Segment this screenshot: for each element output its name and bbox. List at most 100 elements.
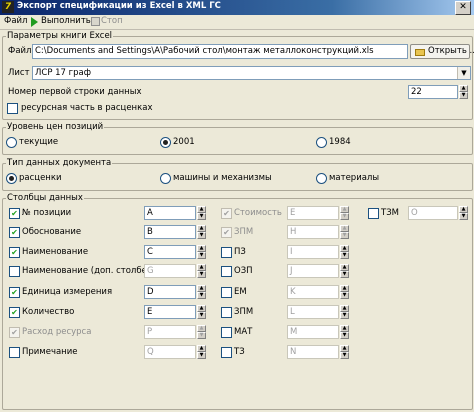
- spin-down-icon[interactable]: ▼: [197, 213, 206, 220]
- spin-down-icon[interactable]: ▼: [197, 312, 206, 319]
- spin-down-icon[interactable]: ▼: [197, 252, 206, 259]
- doctype-radio-machines[interactable]: [160, 173, 171, 184]
- menu-stop[interactable]: Стоп: [101, 16, 123, 26]
- col2-row-3-spinner[interactable]: ▲ ▼: [340, 264, 349, 278]
- col2-row-6-column-input[interactable]: M: [287, 325, 339, 339]
- spin-down-icon[interactable]: ▼: [197, 232, 206, 239]
- spin-down-icon[interactable]: ▼: [340, 332, 349, 339]
- first-row-spinner[interactable]: ▲ ▼: [459, 85, 468, 99]
- col1-row-4-spinner[interactable]: ▲ ▼: [197, 285, 206, 299]
- menu-run[interactable]: Выполнить: [41, 16, 91, 26]
- col2-row-2-checkbox[interactable]: [221, 247, 232, 258]
- price-radio-current[interactable]: [6, 137, 17, 148]
- col2-row-4-checkbox[interactable]: [221, 287, 232, 298]
- col2-row-5-column-input[interactable]: L: [287, 305, 339, 319]
- col1-row-7-column-input[interactable]: Q: [144, 345, 196, 359]
- col2-row-6-spinner[interactable]: ▲ ▼: [340, 325, 349, 339]
- col2-row-4-column-input[interactable]: K: [287, 285, 339, 299]
- col1-row-7-spinner[interactable]: ▲ ▼: [197, 345, 206, 359]
- col1-row-2-spinner[interactable]: ▲ ▼: [197, 245, 206, 259]
- spin-up-icon[interactable]: ▲: [340, 225, 349, 232]
- spin-up-icon[interactable]: ▲: [340, 245, 349, 252]
- col2-row-6-checkbox[interactable]: [221, 327, 232, 338]
- spin-up-icon[interactable]: ▲: [340, 264, 349, 271]
- col1-row-2-checkbox[interactable]: ✔: [9, 247, 20, 258]
- spin-up-icon[interactable]: ▲: [197, 225, 206, 232]
- col1-row-6-label: Расход ресурса: [22, 327, 92, 337]
- stop-icon: [91, 17, 100, 26]
- col1-row-0-checkbox[interactable]: ✔: [9, 208, 20, 219]
- spin-down-icon[interactable]: ▼: [340, 292, 349, 299]
- spin-up-icon[interactable]: ▲: [340, 206, 349, 213]
- spin-up-icon[interactable]: ▲: [340, 325, 349, 332]
- price-label-1984: 1984: [329, 137, 351, 147]
- col2-row-0-spinner: ▲ ▼: [340, 206, 349, 220]
- close-button[interactable]: ✕: [455, 1, 471, 15]
- col2-row-7-checkbox[interactable]: [221, 347, 232, 358]
- spin-down-icon[interactable]: ▼: [197, 271, 206, 278]
- spin-up-icon[interactable]: ▲: [197, 285, 206, 292]
- col1-row-1-column-input[interactable]: B: [144, 225, 196, 239]
- spin-up-icon[interactable]: ▲: [340, 305, 349, 312]
- spin-up-icon[interactable]: ▲: [197, 206, 206, 213]
- doctype-radio-rates[interactable]: [6, 173, 17, 184]
- col1-row-4-checkbox[interactable]: ✔: [9, 287, 20, 298]
- col1-row-0-column-input[interactable]: A: [144, 206, 196, 220]
- col2-row-5-spinner[interactable]: ▲ ▼: [340, 305, 349, 319]
- col1-row-5-spinner[interactable]: ▲ ▼: [197, 305, 206, 319]
- col1-row-4-column-input[interactable]: D: [144, 285, 196, 299]
- col2-row-2-column-input[interactable]: I: [287, 245, 339, 259]
- spin-down-icon[interactable]: ▼: [340, 352, 349, 359]
- price-radio-1984[interactable]: [316, 137, 327, 148]
- doctype-radio-materials[interactable]: [316, 173, 327, 184]
- file-path-input[interactable]: C:\Documents and Settings\A\Рабочий стол…: [32, 44, 408, 59]
- col1-row-7-checkbox[interactable]: [9, 347, 20, 358]
- col1-row-5-checkbox[interactable]: ✔: [9, 307, 20, 318]
- col2-row-4-spinner[interactable]: ▲ ▼: [340, 285, 349, 299]
- spin-down-icon[interactable]: ▼: [197, 292, 206, 299]
- spin-up-icon[interactable]: ▲: [340, 285, 349, 292]
- spin-down-icon[interactable]: ▼: [459, 213, 468, 220]
- col1-row-5-column-input[interactable]: E: [144, 305, 196, 319]
- col1-row-3-checkbox[interactable]: [9, 266, 20, 277]
- col3-tzm-checkbox[interactable]: [368, 208, 379, 219]
- spin-down-icon[interactable]: ▼: [459, 92, 468, 99]
- col2-row-2-spinner[interactable]: ▲ ▼: [340, 245, 349, 259]
- spin-up-icon[interactable]: ▲: [197, 245, 206, 252]
- col2-row-7-column-input[interactable]: N: [287, 345, 339, 359]
- spin-up-icon[interactable]: ▲: [459, 85, 468, 92]
- chevron-down-icon[interactable]: ▼: [457, 67, 470, 79]
- sheet-select[interactable]: ЛСР 17 граф ▼: [32, 66, 471, 80]
- col1-row-1-spinner[interactable]: ▲ ▼: [197, 225, 206, 239]
- spin-down-icon[interactable]: ▼: [340, 213, 349, 220]
- spin-up-icon[interactable]: ▲: [197, 264, 206, 271]
- spin-down-icon[interactable]: ▼: [340, 252, 349, 259]
- spin-down-icon[interactable]: ▼: [340, 312, 349, 319]
- resource-checkbox[interactable]: [7, 103, 18, 114]
- spin-up-icon[interactable]: ▲: [197, 345, 206, 352]
- col1-row-1-checkbox[interactable]: ✔: [9, 227, 20, 238]
- spin-up-icon[interactable]: ▲: [340, 345, 349, 352]
- spin-down-icon[interactable]: ▼: [340, 232, 349, 239]
- open-button[interactable]: Открыть ...: [410, 44, 474, 59]
- first-row-input[interactable]: 22: [408, 85, 458, 99]
- col2-row-7-spinner[interactable]: ▲ ▼: [340, 345, 349, 359]
- col1-row-3-column-input[interactable]: G: [144, 264, 196, 278]
- col2-row-3-column-input[interactable]: J: [287, 264, 339, 278]
- col2-row-6-label: МАТ: [234, 327, 253, 337]
- spin-down-icon[interactable]: ▼: [197, 352, 206, 359]
- spin-up-icon[interactable]: ▲: [197, 325, 206, 332]
- spin-down-icon[interactable]: ▼: [197, 332, 206, 339]
- spin-up-icon[interactable]: ▲: [459, 206, 468, 213]
- col3-tzm-spinner[interactable]: ▲ ▼: [459, 206, 468, 220]
- col1-row-0-spinner[interactable]: ▲ ▼: [197, 206, 206, 220]
- price-radio-2001[interactable]: [160, 137, 171, 148]
- col1-row-3-spinner[interactable]: ▲ ▼: [197, 264, 206, 278]
- spin-up-icon[interactable]: ▲: [197, 305, 206, 312]
- col2-row-5-checkbox[interactable]: [221, 307, 232, 318]
- menu-file[interactable]: Файл: [4, 16, 27, 26]
- spin-down-icon[interactable]: ▼: [340, 271, 349, 278]
- col2-row-3-checkbox[interactable]: [221, 266, 232, 277]
- col3-tzm-column-input[interactable]: O: [408, 206, 458, 220]
- col1-row-2-column-input[interactable]: C: [144, 245, 196, 259]
